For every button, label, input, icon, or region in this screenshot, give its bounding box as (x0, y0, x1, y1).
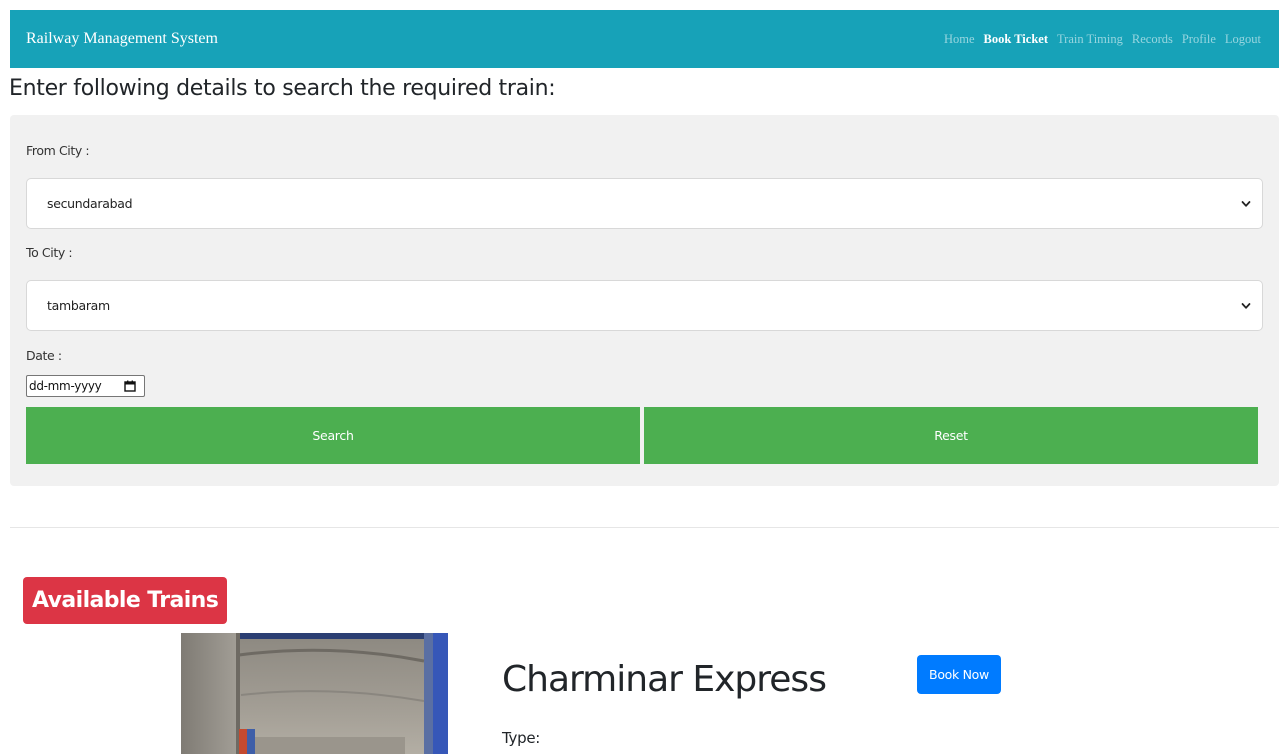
date-label: Date : (26, 348, 62, 363)
nav-profile[interactable]: Profile (1182, 32, 1216, 47)
train-image (181, 633, 448, 754)
nav-book-ticket[interactable]: Book Ticket (984, 32, 1048, 47)
date-input[interactable]: dd-mm-yyyy (26, 375, 145, 397)
to-city-value: tambaram (47, 298, 110, 313)
from-city-label: From City : (26, 143, 90, 158)
chevron-down-icon (1241, 201, 1251, 207)
nav-records[interactable]: Records (1132, 32, 1173, 47)
train-name: Charminar Express (502, 659, 827, 700)
from-city-select[interactable]: secundarabad (26, 178, 1263, 229)
search-form: From City : secundarabad To City : tamba… (10, 115, 1279, 486)
search-button[interactable]: Search (26, 407, 640, 464)
nav-links: Home Book Ticket Train Timing Records Pr… (944, 32, 1261, 47)
section-divider (10, 527, 1279, 528)
top-navbar: Railway Management System Home Book Tick… (10, 10, 1279, 68)
available-trains-badge: Available Trains (23, 577, 228, 624)
train-type-label: Type: (502, 729, 541, 747)
calendar-icon[interactable] (124, 380, 136, 392)
date-placeholder: dd-mm-yyyy (29, 379, 102, 393)
from-city-value: secundarabad (47, 196, 133, 211)
to-city-select[interactable]: tambaram (26, 280, 1263, 331)
nav-train-timing[interactable]: Train Timing (1057, 32, 1123, 47)
reset-button[interactable]: Reset (644, 407, 1258, 464)
nav-logout[interactable]: Logout (1225, 32, 1261, 47)
to-city-label: To City : (26, 245, 73, 260)
brand-link[interactable]: Railway Management System (26, 30, 218, 48)
chevron-down-icon (1241, 303, 1251, 309)
book-now-button[interactable]: Book Now (917, 655, 1001, 694)
page-title: Enter following details to search the re… (9, 76, 556, 101)
nav-home[interactable]: Home (944, 32, 975, 47)
